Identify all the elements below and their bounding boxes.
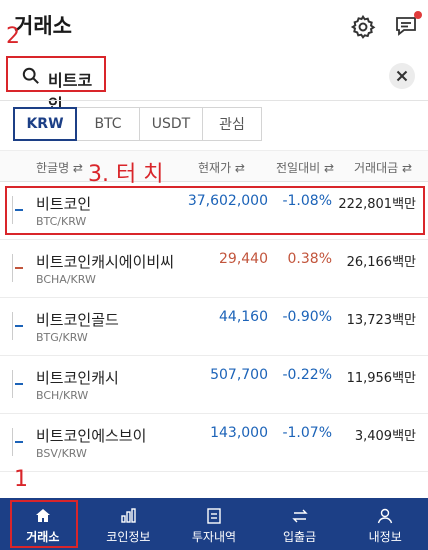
coin-change: -1.08% bbox=[282, 193, 332, 209]
coin-pair: BSV/KRW bbox=[36, 447, 87, 460]
coin-price: 507,700 bbox=[210, 367, 268, 383]
tab-usdt[interactable]: USDT bbox=[139, 107, 203, 141]
table-row[interactable]: 비트코인캐시에이비씨 BCHA/KRW 29,440 0.38% 26,166백… bbox=[0, 240, 428, 298]
table-row[interactable]: 비트코인에스브이 BSV/KRW 143,000 -1.07% 3,409백만 bbox=[0, 414, 428, 472]
settings-gear-icon[interactable] bbox=[350, 14, 376, 40]
column-volume-sort[interactable]: 거래대금 ⇄ bbox=[354, 159, 412, 176]
column-header: 한글명 ⇄ 현재가 ⇄ 전일대비 ⇄ 거래대금 ⇄ bbox=[0, 150, 428, 182]
bar-chart-icon bbox=[121, 508, 137, 523]
mini-chart-icon bbox=[12, 370, 24, 398]
mini-chart-icon bbox=[12, 428, 24, 456]
document-icon bbox=[207, 508, 221, 524]
coin-pair: BTG/KRW bbox=[36, 331, 88, 344]
close-icon bbox=[396, 70, 408, 82]
coin-volume: 26,166백만 bbox=[346, 255, 416, 270]
notification-dot bbox=[414, 11, 422, 19]
coin-name: 비트코인골드 bbox=[36, 311, 119, 329]
column-price-sort[interactable]: 현재가 ⇄ bbox=[198, 159, 245, 176]
coin-name: 비트코인 bbox=[36, 195, 92, 213]
coin-volume: 3,409백만 bbox=[354, 429, 416, 444]
coin-pair: BTC/KRW bbox=[36, 215, 87, 228]
tab-krw[interactable]: KRW bbox=[13, 107, 77, 141]
coin-volume: 13,723백만 bbox=[346, 313, 416, 328]
coin-name: 비트코인에스브이 bbox=[36, 427, 147, 445]
nav-coin-info[interactable]: 코인정보 bbox=[86, 498, 172, 550]
transfer-icon bbox=[291, 509, 308, 523]
coin-change: -0.90% bbox=[282, 309, 332, 325]
coin-price: 29,440 bbox=[219, 251, 268, 267]
coin-price: 37,602,000 bbox=[187, 193, 268, 209]
coin-change: -0.22% bbox=[282, 367, 332, 383]
nav-deposit-withdraw[interactable]: 입출금 bbox=[257, 498, 343, 550]
coin-volume: 222,801백만 bbox=[338, 197, 416, 212]
mini-chart-icon bbox=[12, 254, 24, 282]
divider bbox=[0, 100, 428, 101]
annotation-step-2: 2 bbox=[6, 24, 20, 49]
search-highlight-box: 비트코인 bbox=[6, 56, 106, 114]
column-name-sort[interactable]: 한글명 ⇄ bbox=[36, 159, 83, 176]
header: 거래소 bbox=[0, 0, 428, 52]
column-change-sort[interactable]: 전일대비 ⇄ bbox=[276, 159, 334, 176]
nav-investments[interactable]: 투자내역 bbox=[171, 498, 257, 550]
nav-highlight-box bbox=[10, 500, 78, 548]
nav-label: 입출금 bbox=[283, 530, 317, 544]
coin-change: -1.07% bbox=[282, 425, 332, 441]
coin-pair: BCH/KRW bbox=[36, 389, 89, 402]
annotation-step-1: 1 bbox=[14, 467, 28, 492]
coin-price: 143,000 bbox=[210, 425, 268, 441]
coin-volume: 11,956백만 bbox=[346, 371, 416, 386]
mini-chart-icon bbox=[12, 196, 24, 224]
table-row[interactable]: 비트코인 BTC/KRW 37,602,000 -1.08% 222,801백만 bbox=[0, 182, 428, 240]
market-tabs: KRW BTC USDT 관심 bbox=[13, 107, 262, 141]
table-row[interactable]: 비트코인캐시 BCH/KRW 507,700 -0.22% 11,956백만 bbox=[0, 356, 428, 414]
page-title: 거래소 bbox=[14, 14, 72, 38]
table-row[interactable]: 비트코인골드 BTG/KRW 44,160 -0.90% 13,723백만 bbox=[0, 298, 428, 356]
coin-name: 비트코인캐시 bbox=[36, 369, 119, 387]
nav-label: 내정보 bbox=[368, 530, 402, 544]
nav-label: 코인정보 bbox=[106, 530, 151, 544]
search-icon bbox=[22, 67, 42, 87]
chat-icon[interactable] bbox=[394, 11, 422, 40]
mini-chart-icon bbox=[12, 312, 24, 340]
user-icon bbox=[377, 508, 393, 524]
nav-label: 투자내역 bbox=[191, 530, 237, 544]
search-bar[interactable]: 비트코인 bbox=[0, 56, 428, 114]
nav-my-info[interactable]: 내정보 bbox=[342, 498, 428, 550]
tab-favorites[interactable]: 관심 bbox=[202, 107, 262, 141]
clear-search-button[interactable] bbox=[389, 63, 415, 89]
tab-btc[interactable]: BTC bbox=[76, 107, 140, 141]
coin-change: 0.38% bbox=[287, 251, 332, 267]
coin-name: 비트코인캐시에이비씨 bbox=[36, 253, 175, 271]
coin-pair: BCHA/KRW bbox=[36, 273, 96, 286]
coin-price: 44,160 bbox=[219, 309, 268, 325]
